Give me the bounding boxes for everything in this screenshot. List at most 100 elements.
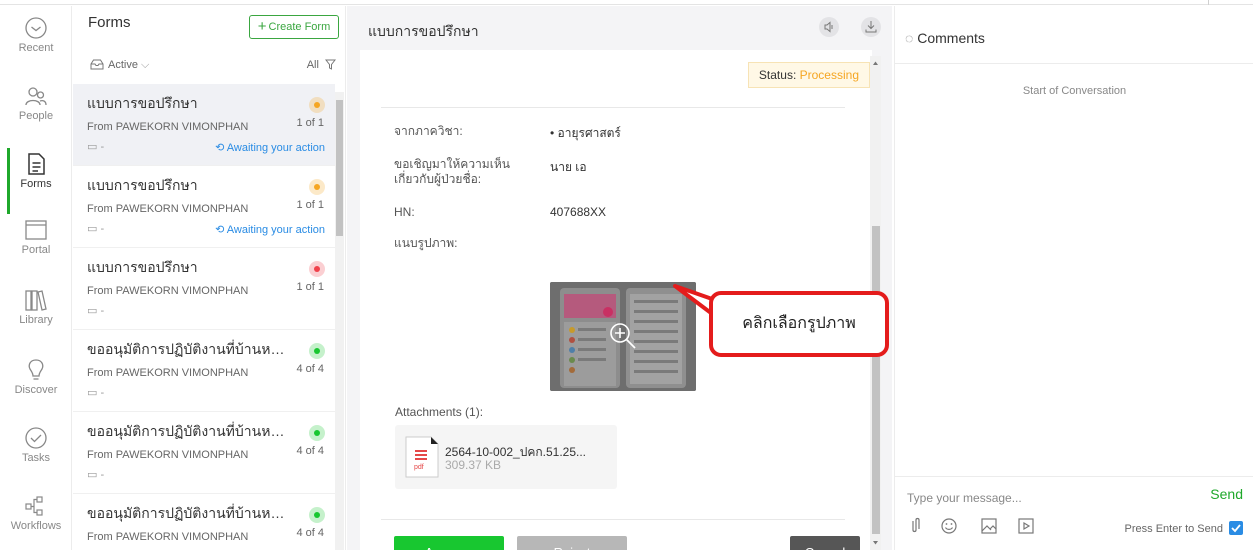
list-item[interactable]: ขออนุมัติการปฏิบัติงานที่บ้านหรื... From… [73, 412, 335, 494]
status-value: Processing [799, 68, 859, 82]
awaiting-label: Awaiting your action [226, 142, 325, 154]
list-item[interactable]: ขออนุมัติการปฏิบัติงานที่บ้านหรื... From… [73, 330, 335, 412]
status-dot [314, 512, 320, 518]
list-scrollbar[interactable] [335, 92, 344, 550]
awaiting-label: Awaiting your action [226, 224, 325, 236]
form-title: แบบการขอปรึกษา [368, 23, 479, 39]
speech-bubble-icon: ◌ [905, 30, 914, 46]
plus-icon: + [257, 18, 267, 35]
refresh-icon: ⟲ [215, 142, 225, 154]
status-dot [314, 430, 320, 436]
rail-item-portal[interactable]: Portal [0, 218, 72, 280]
attachment-file[interactable]: pdf 2564-10-002_ปคก.51.25... 309.37 KB [395, 425, 617, 489]
item-date: - [100, 141, 105, 153]
rail-label: Workflows [10, 520, 62, 532]
download-icon [865, 21, 877, 33]
filter-label: Active [108, 59, 138, 71]
filter-icon [324, 59, 337, 70]
top-border [0, 0, 1253, 5]
calendar-field: ▭ - [87, 140, 104, 153]
rail-item-workflows[interactable]: Workflows [0, 494, 72, 550]
detail-header: แบบการขอปรึกษา [347, 6, 892, 48]
list-item[interactable]: แบบการขอปรึกษา From PAWEKORN VIMONPHAN 1… [73, 166, 335, 248]
status-dot [314, 102, 320, 108]
item-date: - [100, 387, 105, 399]
list-scroll-thumb[interactable] [336, 100, 343, 236]
item-date: - [100, 469, 105, 481]
scroll-up-arrow-icon[interactable] [870, 58, 881, 68]
comments-title-text: Comments [917, 30, 985, 46]
rail-item-tasks[interactable]: Tasks [0, 426, 72, 488]
item-count: 4 of 4 [296, 527, 324, 539]
status-filter[interactable]: Active ⌵ [90, 59, 149, 72]
paperclip-icon[interactable] [907, 517, 925, 535]
status-badge: Status: Processing [747, 62, 870, 88]
forms-list: แบบการขอปรึกษา From PAWEKORN VIMONPHAN 1… [73, 84, 335, 550]
rail-label: Portal [21, 244, 51, 256]
awaiting-status: ⟲ Awaiting your action [215, 223, 325, 236]
item-title: ขออนุมัติการปฏิบัติงานที่บ้านหรื... [87, 423, 287, 439]
status-dot [314, 348, 320, 354]
reject-button[interactable]: Reject [517, 536, 627, 550]
awaiting-status: ⟲ Awaiting your action [215, 141, 325, 154]
portal-icon [25, 220, 47, 240]
field-value: 407688XX [550, 205, 607, 219]
list-item[interactable]: แบบการขอปรึกษา From PAWEKORN VIMONPHAN 1… [73, 84, 335, 166]
attachment-file-size: 309.37 KB [445, 458, 502, 472]
item-count: 1 of 1 [296, 281, 324, 293]
comments-title: ◌ Comments [905, 30, 985, 46]
pdf-file-icon: pdf [405, 436, 439, 478]
field-label: แนบรูปภาพ: [394, 236, 458, 250]
cancel-button[interactable]: Cancel [790, 536, 860, 550]
speaker-button[interactable] [819, 17, 839, 37]
field-label: จากภาควิชา: [394, 124, 463, 138]
image-icon[interactable] [980, 517, 998, 535]
item-title: แบบการขอปรึกษา [87, 259, 198, 275]
video-icon[interactable] [1017, 517, 1035, 535]
attachments-label: Attachments (1): [395, 405, 484, 419]
filter-row: Active ⌵ All [73, 52, 346, 78]
list-item[interactable]: แบบการขอปรึกษา From PAWEKORN VIMONPHAN 1… [73, 248, 335, 330]
list-title: Forms [88, 14, 131, 31]
item-title: ขออนุมัติการปฏิบัติงานที่บ้านหรื... [87, 505, 287, 521]
calendar-icon: ▭ [87, 223, 98, 235]
status-dot [314, 184, 320, 190]
rail-item-library[interactable]: Library [0, 288, 72, 350]
instruction-callout: คลิกเลือกรูปภาพ [709, 291, 889, 357]
callout-text: คลิกเลือกรูปภาพ [742, 315, 856, 332]
item-title: แบบการขอปรึกษา [87, 95, 198, 111]
form-detail-panel: แบบการขอปรึกษา Status: Processing จากภาค… [347, 6, 892, 550]
comments-panel: ◌ Comments Start of Conversation Send Pr… [894, 6, 1253, 550]
approve-button[interactable]: Approve [394, 536, 504, 550]
rail-item-forms[interactable]: Forms [0, 148, 72, 214]
forms-list-panel: Forms + Create Form Active ⌵ All แบบการขอ… [73, 6, 346, 550]
rail-label: Recent [18, 42, 54, 54]
books-icon [25, 290, 47, 311]
all-filter[interactable]: All [307, 59, 337, 71]
conversation-start: Start of Conversation [1022, 85, 1127, 97]
create-form-label: Create Form [268, 21, 331, 33]
rail-item-people[interactable]: People [0, 84, 72, 146]
item-count: 4 of 4 [296, 363, 324, 375]
speaker-icon [824, 21, 833, 33]
document-icon [28, 153, 45, 175]
send-button[interactable]: Send [1210, 486, 1243, 502]
pdf-type-label: pdf [414, 464, 424, 471]
rail-label: Forms [20, 178, 52, 190]
emoji-icon[interactable] [940, 517, 958, 535]
create-form-button[interactable]: + Create Form [249, 15, 339, 39]
download-button[interactable] [861, 17, 881, 37]
rail-item-discover[interactable]: Discover [0, 358, 72, 420]
calendar-field: ▭ - [87, 468, 104, 481]
scroll-down-arrow-icon[interactable] [870, 538, 881, 548]
press-enter-checkbox[interactable] [1229, 521, 1243, 535]
status-label: Status: [758, 68, 797, 82]
list-item[interactable]: ขออนุมัติการปฏิบัติงานที่บ้านหรื... From… [73, 494, 335, 550]
rail-item-recent[interactable]: Recent [0, 16, 72, 78]
workflow-icon [25, 496, 43, 516]
message-composer: Send Press Enter to Send [895, 476, 1253, 550]
message-input[interactable] [907, 487, 1167, 509]
inbox-icon [90, 59, 104, 70]
field-value: นาย เอ [550, 160, 587, 174]
detail-scroll-thumb[interactable] [872, 226, 880, 534]
